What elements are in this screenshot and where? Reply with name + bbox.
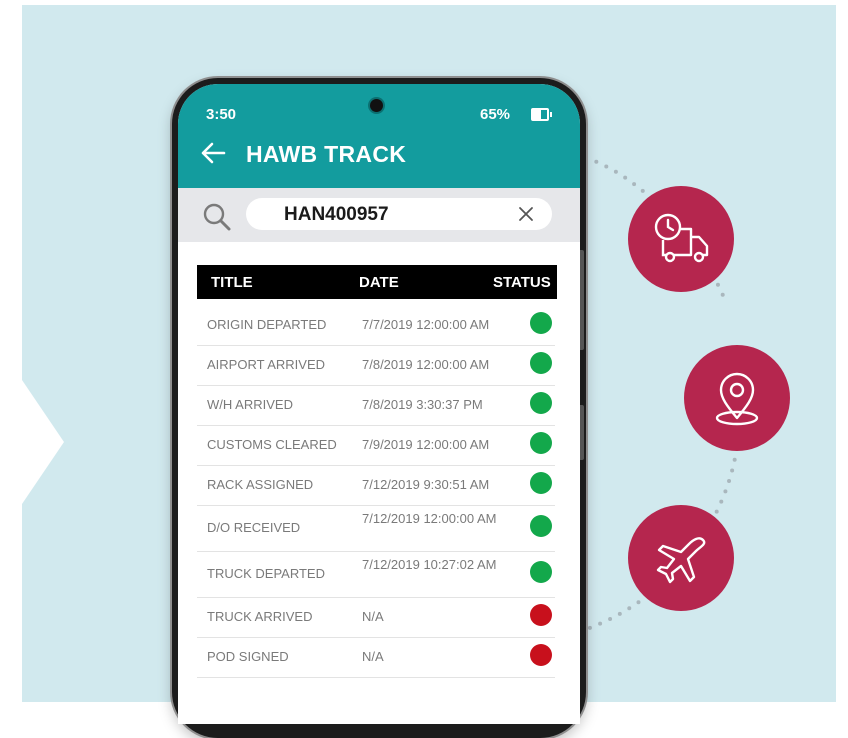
column-header-date: DATE [359,274,399,291]
location-pin-icon [715,372,759,426]
status-dot-red [530,604,552,626]
status-battery-level: 65% [480,106,511,123]
table-row: TRUCK ARRIVED N/A [197,597,555,638]
app-bar: 3:50 65% HAWB TRACK [178,84,580,188]
air-freight-feature-badge [628,505,734,611]
row-date: 7/7/2019 12:00:00 AM [362,317,490,332]
table-row: CUSTOMS CLEARED 7/9/2019 12:00:00 AM [197,425,555,466]
table-row: AIRPORT ARRIVED 7/8/2019 12:00:00 AM [197,345,555,386]
location-feature-badge [684,345,790,451]
search-icon[interactable] [202,202,232,232]
status-dot-green [530,352,552,374]
row-title: TRUCK DEPARTED [207,566,325,581]
phone-screen: 3:50 65% HAWB TRACK HAN400957 TITLE DATE… [178,84,580,724]
status-dot-green [530,472,552,494]
row-title: ORIGIN DEPARTED [207,317,327,332]
row-date: 7/12/2019 9:30:51 AM [362,477,490,492]
column-header-title: TITLE [211,274,253,291]
row-title: CUSTOMS CLEARED [207,437,337,452]
row-title: W/H ARRIVED [207,397,293,412]
table-row: TRUCK DEPARTED 7/12/2019 10:27:02 AM [197,551,555,598]
search-input[interactable]: HAN400957 [246,198,552,230]
row-date: 7/8/2019 12:00:00 AM [362,357,490,372]
status-dot-green [530,432,552,454]
table-row: W/H ARRIVED 7/8/2019 3:30:37 PM [197,385,555,426]
row-title: TRUCK ARRIVED [207,609,313,624]
column-header-status: STATUS [493,274,551,291]
table-row: POD SIGNED N/A [197,637,555,678]
row-date: 7/12/2019 10:27:02 AM [362,557,497,572]
row-date: N/A [362,609,384,624]
front-camera [370,99,383,112]
status-dot-green [530,515,552,537]
status-dot-green [530,392,552,414]
row-date: 7/12/2019 12:00:00 AM [362,511,497,526]
search-bar: HAN400957 [178,188,580,242]
clear-icon[interactable] [518,206,534,222]
row-date: N/A [362,649,384,664]
page-title: HAWB TRACK [246,141,407,167]
table-row: D/O RECEIVED 7/12/2019 12:00:00 AM [197,505,555,552]
row-title: POD SIGNED [207,649,289,664]
table-header: TITLE DATE STATUS [197,265,557,299]
table-row: ORIGIN DEPARTED 7/7/2019 12:00:00 AM [197,305,555,346]
search-input-value: HAN400957 [284,204,389,225]
row-title: AIRPORT ARRIVED [207,357,325,372]
status-dot-red [530,644,552,666]
truck-clock-icon [654,213,709,263]
row-date: 7/8/2019 3:30:37 PM [362,397,483,412]
status-dot-green [530,312,552,334]
status-dot-green [530,561,552,583]
back-arrow-icon[interactable] [200,140,226,166]
table-row: RACK ASSIGNED 7/12/2019 9:30:51 AM [197,465,555,506]
battery-icon [531,108,552,121]
delivery-feature-badge [628,186,734,292]
row-title: RACK ASSIGNED [207,477,314,492]
status-time: 3:50 [206,106,237,123]
row-title: D/O RECEIVED [207,520,301,535]
airplane-icon [656,537,706,584]
row-date: 7/9/2019 12:00:00 AM [362,437,490,452]
